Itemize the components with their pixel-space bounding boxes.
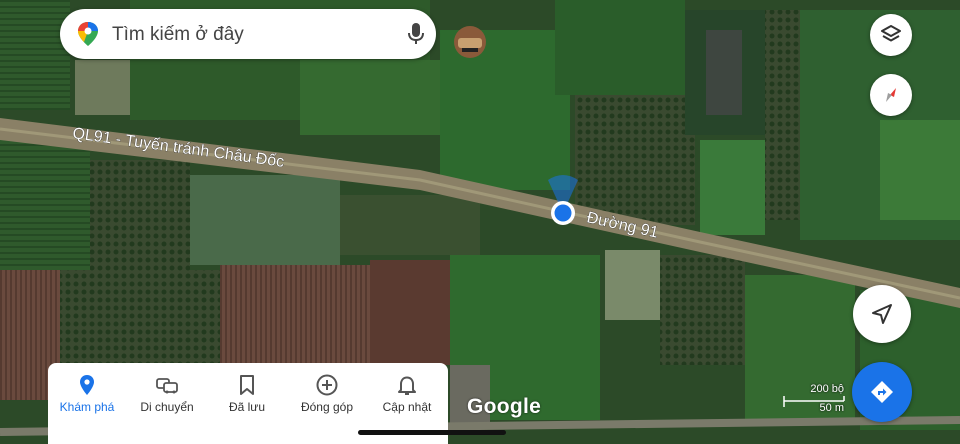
scale-bar: 200 bộ 50 m [780, 383, 848, 419]
tab-commute[interactable]: Di chuyển [128, 363, 206, 444]
compass-icon [886, 88, 896, 102]
field [340, 195, 480, 255]
bookmark-icon [240, 375, 254, 395]
orchard [60, 270, 220, 370]
directions-button[interactable] [852, 362, 912, 422]
orchard [660, 255, 745, 365]
layers-button[interactable] [870, 14, 912, 56]
scale-label-meters: 50 m [819, 402, 844, 414]
bell-icon [398, 376, 416, 395]
my-location-button[interactable] [853, 285, 911, 343]
compass-button[interactable] [870, 74, 912, 116]
navigation-arrow-icon [872, 304, 892, 324]
car-icon [156, 378, 178, 394]
home-indicator [358, 430, 506, 435]
directions-icon [871, 381, 893, 403]
field [300, 60, 440, 135]
search-bar[interactable]: Tìm kiếm ở đây [60, 9, 486, 59]
google-logo: Google [467, 395, 542, 418]
field [190, 175, 340, 265]
field [75, 60, 130, 115]
search-input[interactable]: Tìm kiếm ở đây [112, 24, 244, 46]
google-maps-pin-icon [78, 22, 98, 46]
tab-label: Đóng góp [300, 400, 354, 414]
avatar[interactable] [454, 26, 486, 58]
orchard [90, 160, 190, 270]
pond [706, 30, 742, 115]
tab-label: Cập nhật [382, 400, 432, 414]
field [700, 140, 765, 235]
field [880, 120, 960, 220]
orchard [575, 95, 695, 225]
field [0, 140, 90, 270]
field [555, 0, 685, 95]
tab-label: Đã lưu [228, 400, 266, 414]
field [605, 250, 660, 320]
field [220, 265, 370, 365]
tab-contribute[interactable]: Đóng góp [288, 363, 366, 444]
add-circle-icon [316, 374, 338, 396]
current-location-dot-inner [554, 204, 572, 222]
field [0, 0, 70, 110]
microphone-icon[interactable] [406, 22, 426, 46]
layers-icon [881, 25, 901, 42]
tab-saved[interactable]: Đã lưu [208, 363, 286, 444]
explore-pin-icon [80, 375, 94, 395]
tab-label: Di chuyển [140, 400, 194, 414]
field [370, 260, 450, 365]
tab-label: Khám phá [59, 400, 115, 414]
tab-explore[interactable]: Khám phá [48, 363, 126, 444]
